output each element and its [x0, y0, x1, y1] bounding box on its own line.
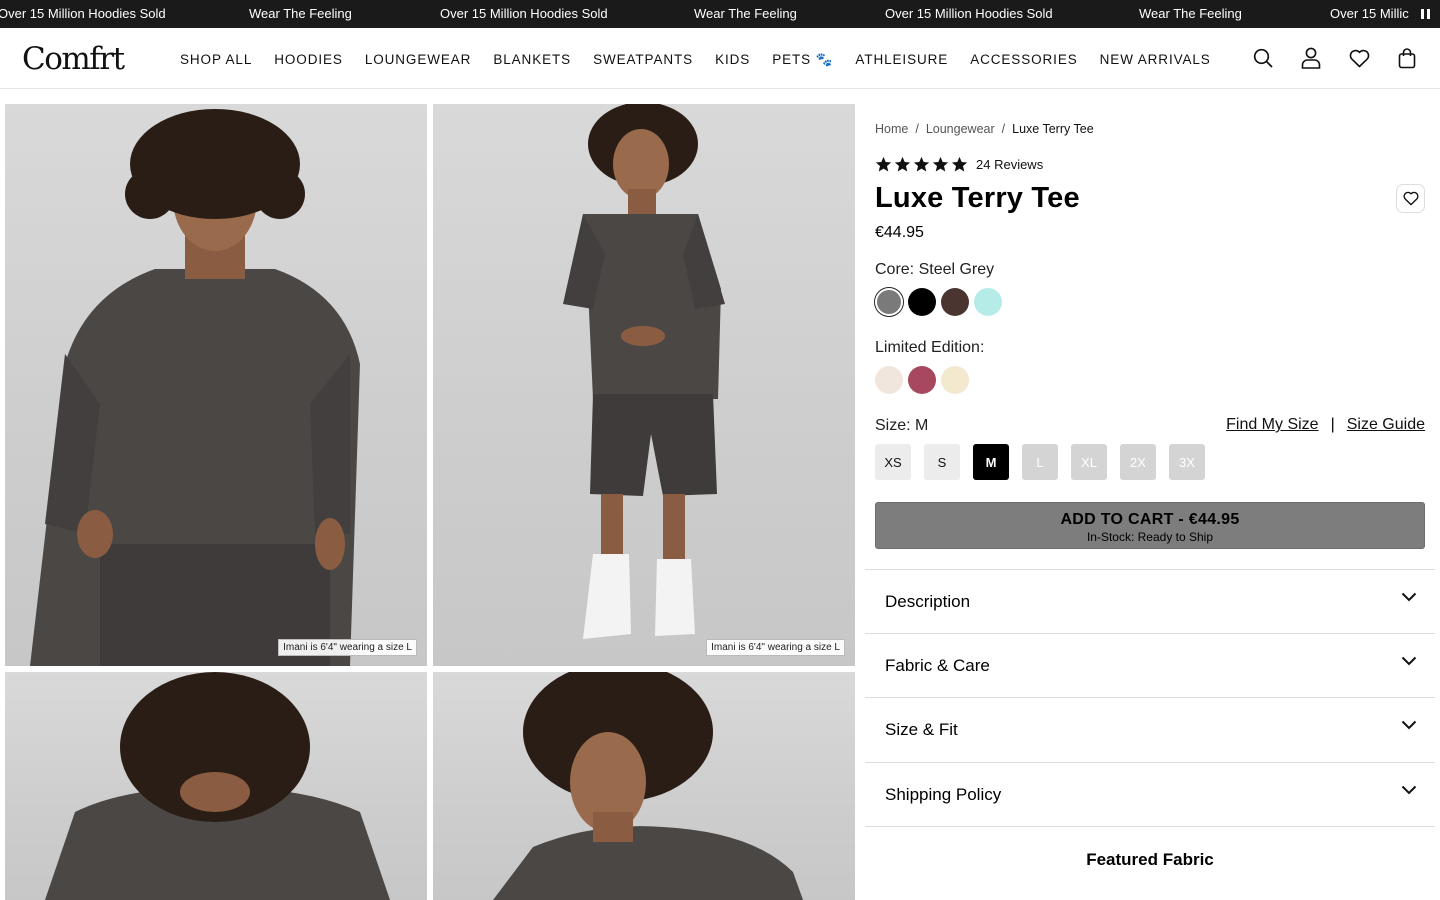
- announcement-item: Wear The Feeling: [249, 6, 352, 21]
- accordion-size-fit[interactable]: Size & Fit: [865, 697, 1435, 762]
- core-color-swatches: [875, 288, 1002, 316]
- core-color-label: Core: Steel Grey: [875, 261, 995, 278]
- chevron-down-icon: [1401, 656, 1417, 666]
- size-option-3x[interactable]: 3X: [1169, 444, 1205, 480]
- product-image-full-body[interactable]: Imani is 6'4" wearing a size L: [433, 104, 855, 666]
- size-links-separator: |: [1330, 416, 1335, 433]
- star-icon: [932, 156, 949, 172]
- logo[interactable]: Comfrt: [22, 41, 125, 77]
- nav-item-kids[interactable]: KIDS: [715, 52, 750, 68]
- breadcrumb-loungewear[interactable]: Loungewear: [926, 122, 995, 136]
- star-icon: [913, 156, 930, 172]
- account-icon[interactable]: [1300, 46, 1322, 70]
- size-option-m[interactable]: M: [973, 444, 1009, 480]
- accordion-label: Shipping Policy: [885, 785, 1002, 804]
- size-links: Find My Size | Size Guide: [1226, 416, 1425, 434]
- size-label: Size: M: [875, 417, 929, 434]
- product-image-front[interactable]: Imani is 6'4" wearing a size L: [5, 104, 427, 666]
- pause-icon: [1420, 9, 1424, 19]
- main-nav: SHOP ALL HOODIES LOUNGEWEAR BLANKETS SWE…: [180, 52, 1211, 68]
- size-option-l[interactable]: L: [1022, 444, 1058, 480]
- announcement-item: Wear The Feeling: [694, 6, 797, 21]
- add-to-cart-button[interactable]: ADD TO CART - €44.95 In-Stock: Ready to …: [875, 502, 1425, 549]
- star-icon: [894, 156, 911, 172]
- nav-item-sweatpants[interactable]: SWEATPANTS: [593, 52, 693, 68]
- product-image-back[interactable]: [5, 672, 427, 900]
- featured-fabric-heading: Featured Fabric: [1086, 850, 1214, 869]
- accordion-label: Fabric & Care: [885, 656, 990, 675]
- limited-color-swatches: [875, 366, 969, 394]
- star-icon: [875, 156, 892, 172]
- nav-item-athleisure[interactable]: ATHLEISURE: [855, 52, 948, 68]
- announcement-item: Over 15 Million Hoodies Sold: [885, 6, 1053, 21]
- star-icon: [951, 156, 968, 172]
- announcement-track: Over 15 Million Hoodies Sold Wear The Fe…: [0, 0, 1440, 28]
- nav-item-loungewear[interactable]: LOUNGEWEAR: [365, 52, 472, 68]
- nav-item-pets[interactable]: PETS 🐾: [772, 52, 833, 68]
- swatch-brown[interactable]: [941, 288, 969, 316]
- size-option-s[interactable]: S: [924, 444, 960, 480]
- model-full-body-illustration: [563, 104, 725, 639]
- heart-icon: [1402, 191, 1419, 206]
- accordion-label: Size & Fit: [885, 720, 958, 739]
- chevron-down-icon: [1401, 720, 1417, 730]
- header-icons: [1252, 46, 1418, 70]
- pause-button[interactable]: [1410, 0, 1440, 28]
- add-to-wishlist-button[interactable]: [1396, 184, 1425, 213]
- product-title: Luxe Terry Tee: [875, 182, 1080, 214]
- accordion-fabric-care[interactable]: Fabric & Care: [865, 633, 1435, 698]
- announcement-item: Over 15 Million Hoodies Sold: [440, 6, 608, 21]
- nav-item-hoodies[interactable]: HOODIES: [274, 52, 343, 68]
- nav-item-blankets[interactable]: BLANKETS: [493, 52, 571, 68]
- wishlist-icon[interactable]: [1348, 46, 1370, 70]
- breadcrumb: Home / Loungewear / Luxe Terry Tee: [875, 122, 1094, 136]
- swatch-berry[interactable]: [908, 366, 936, 394]
- product-price: €44.95: [875, 224, 924, 241]
- announcement-bar: Over 15 Million Hoodies Sold Wear The Fe…: [0, 0, 1440, 28]
- nav-item-new-arrivals[interactable]: NEW ARRIVALS: [1100, 52, 1211, 68]
- image-caption: Imani is 6'4" wearing a size L: [278, 639, 417, 656]
- accordion-shipping-policy[interactable]: Shipping Policy: [865, 762, 1435, 827]
- nav-item-shop-all[interactable]: SHOP ALL: [180, 52, 252, 68]
- site-header: Comfrt SHOP ALL HOODIES LOUNGEWEAR BLANK…: [0, 28, 1440, 89]
- chevron-down-icon: [1401, 785, 1417, 795]
- swatch-cream[interactable]: [875, 366, 903, 394]
- announcement-item: Over 15 Million Hoodies Sold: [0, 6, 166, 21]
- swatch-black[interactable]: [908, 288, 936, 316]
- breadcrumb-separator: /: [1001, 122, 1006, 136]
- add-to-cart-label: ADD TO CART - €44.95: [1060, 511, 1240, 528]
- size-option-2x[interactable]: 2X: [1120, 444, 1156, 480]
- accordion-description[interactable]: Description: [865, 569, 1435, 634]
- model-side-illustration: [493, 672, 803, 900]
- swatch-steel-grey[interactable]: [875, 288, 903, 316]
- model-back-illustration: [45, 672, 390, 900]
- nav-item-accessories[interactable]: ACCESSORIES: [970, 52, 1077, 68]
- stock-status: In-Stock: Ready to Ship: [1086, 530, 1214, 544]
- accordion-label: Description: [885, 592, 971, 611]
- search-icon[interactable]: [1252, 46, 1274, 70]
- product-rating[interactable]: 24 Reviews: [875, 156, 1043, 173]
- find-my-size-link[interactable]: Find My Size: [1226, 416, 1318, 434]
- size-option-xs[interactable]: XS: [875, 444, 911, 480]
- image-caption: Imani is 6'4" wearing a size L: [706, 639, 845, 656]
- announcement-item: Over 15 Millic: [1330, 6, 1409, 21]
- cart-icon[interactable]: [1396, 46, 1418, 70]
- breadcrumb-home[interactable]: Home: [875, 122, 908, 136]
- swatch-mint[interactable]: [974, 288, 1002, 316]
- reviews-count[interactable]: 24 Reviews: [976, 157, 1043, 172]
- breadcrumb-separator: /: [915, 122, 919, 136]
- chevron-down-icon: [1401, 592, 1417, 602]
- size-option-xl[interactable]: XL: [1071, 444, 1107, 480]
- size-guide-link[interactable]: Size Guide: [1347, 416, 1425, 434]
- size-selector: XS S M L XL 2X 3X: [875, 444, 1205, 480]
- limited-edition-label: Limited Edition:: [875, 339, 985, 356]
- swatch-butter[interactable]: [941, 366, 969, 394]
- announcement-item: Wear The Feeling: [1139, 6, 1242, 21]
- product-image-side[interactable]: [433, 672, 855, 900]
- model-front-illustration: [30, 109, 360, 666]
- breadcrumb-current: Luxe Terry Tee: [1012, 122, 1094, 136]
